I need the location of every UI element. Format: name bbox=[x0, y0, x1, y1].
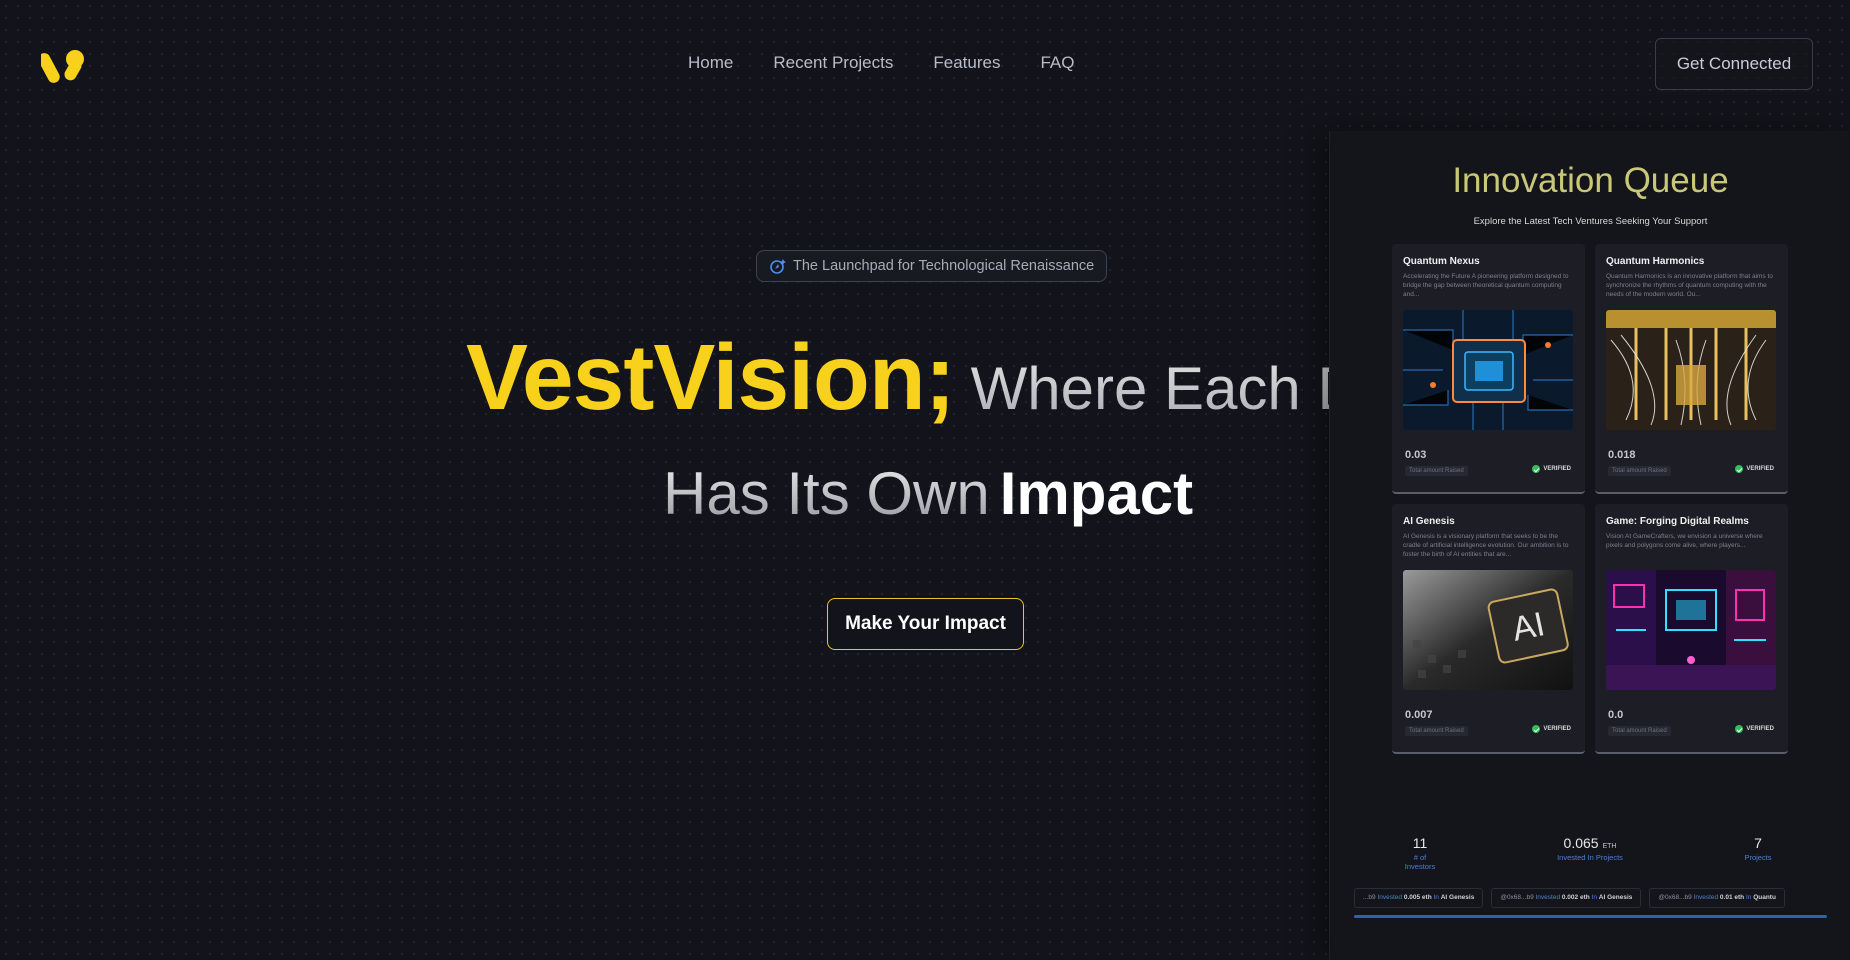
rocket-sparkle-icon bbox=[770, 259, 786, 274]
project-grid: Quantum Nexus Accelerating the Future A … bbox=[1392, 244, 1788, 754]
stat-label: Invested In Projects bbox=[1557, 853, 1623, 862]
ticker-project: AI Genesis bbox=[1440, 894, 1475, 901]
panel-title: Innovation Queue bbox=[1452, 161, 1729, 200]
project-description: Vision At GameCrafters, we envision a un… bbox=[1606, 533, 1763, 549]
hero-badge: The Launchpad for Technological Renaissa… bbox=[756, 250, 1108, 282]
project-description: Accelerating the Future A pioneering pla… bbox=[1403, 273, 1569, 298]
stat-label: # of Investors bbox=[1404, 853, 1436, 871]
amount-raised-label: Total amount Raised bbox=[1608, 466, 1671, 476]
brand-name: VestVision; bbox=[466, 325, 956, 429]
stat-value: 0.065 ETH bbox=[1550, 835, 1630, 851]
innovation-queue-panel: Innovation Queue Explore the Latest Tech… bbox=[1329, 131, 1850, 960]
ticker-item: @0x68...b9 Invested 0.01 eth In Quantu bbox=[1649, 888, 1785, 908]
stat-value: 7 bbox=[1754, 835, 1762, 851]
check-shield-icon bbox=[1735, 725, 1744, 733]
check-shield-icon bbox=[1532, 725, 1541, 733]
ticker-address: @0x68...b9 bbox=[1500, 894, 1534, 901]
quantum-computer-image bbox=[1606, 310, 1776, 430]
ticker-amount: 0.005 eth bbox=[1403, 894, 1432, 901]
amount-raised-label: Total amount Raised bbox=[1405, 726, 1468, 736]
stats-row: 11 # of Investors 0.065 ETH Invested In … bbox=[1330, 835, 1850, 871]
check-shield-icon bbox=[1532, 465, 1541, 473]
nav-faq-link[interactable]: FAQ bbox=[1040, 53, 1074, 73]
ticker-item: ...b9 Invested 0.005 eth In AI Genesis bbox=[1354, 888, 1484, 908]
investment-ticker: ...b9 Invested 0.005 eth In AI Genesis @… bbox=[1354, 888, 1827, 908]
verified-text: VERIFIED bbox=[1543, 466, 1571, 472]
project-card[interactable]: Quantum Harmonics Quantum Harmonics is a… bbox=[1595, 244, 1788, 494]
project-description: AI Genesis is a visionary platform that … bbox=[1403, 533, 1569, 558]
ticker-prep: In bbox=[1433, 894, 1439, 901]
check-shield-icon bbox=[1735, 465, 1744, 473]
hero-headline-line2: Has Its Own Impact bbox=[663, 456, 1193, 532]
stat-projects: 7 Projects bbox=[1738, 835, 1778, 862]
hero-typed-text: Where Each D bbox=[971, 334, 1330, 432]
nav-features-link[interactable]: Features bbox=[933, 53, 1000, 73]
ticker-prep: In bbox=[1745, 894, 1752, 901]
amount-raised-label: Total amount Raised bbox=[1608, 726, 1671, 736]
hero-headline-line1: VestVision; Where Each D bbox=[466, 322, 1330, 432]
ai-chip-image: AI bbox=[1403, 570, 1573, 690]
get-connected-button[interactable]: Get Connected bbox=[1655, 38, 1813, 90]
hero-badge-text: The Launchpad for Technological Renaissa… bbox=[793, 258, 1095, 274]
stat-value: 11 bbox=[1412, 835, 1428, 851]
nav-recent-projects-link[interactable]: Recent Projects bbox=[773, 53, 893, 73]
amount-raised: 0.018 bbox=[1608, 449, 1636, 461]
ticker-verb: Invested bbox=[1535, 894, 1561, 901]
nav-home-link[interactable]: Home bbox=[688, 53, 733, 73]
verified-badge: VERIFIED bbox=[1532, 465, 1571, 473]
project-card[interactable]: AI Genesis AI Genesis is a visionary pla… bbox=[1392, 504, 1585, 754]
project-card[interactable]: Game: Forging Digital Realms Vision At G… bbox=[1595, 504, 1788, 754]
amount-raised: 0.0 bbox=[1608, 709, 1624, 721]
ticker-progress-bar bbox=[1354, 915, 1827, 918]
amount-raised-label: Total amount Raised bbox=[1405, 466, 1468, 476]
project-title: AI Genesis bbox=[1403, 516, 1455, 527]
panel-subtitle: Explore the Latest Tech Ventures Seeking… bbox=[1473, 216, 1708, 227]
ticker-project: AI Genesis bbox=[1598, 894, 1633, 901]
stat-invested: 0.065 ETH Invested In Projects bbox=[1550, 835, 1630, 862]
verified-text: VERIFIED bbox=[1746, 466, 1774, 472]
vestvision-logo-icon[interactable] bbox=[41, 45, 87, 85]
verified-badge: VERIFIED bbox=[1735, 725, 1774, 733]
project-card[interactable]: Quantum Nexus Accelerating the Future A … bbox=[1392, 244, 1585, 494]
circuit-chip-image bbox=[1403, 310, 1573, 430]
ticker-address: ...b9 bbox=[1363, 894, 1376, 901]
hero-line2-prefix: Has Its Own bbox=[663, 456, 990, 532]
main-nav: Home Recent Projects Features FAQ bbox=[688, 53, 1074, 73]
neon-city-image bbox=[1606, 570, 1776, 690]
ticker-amount: 0.002 eth bbox=[1561, 894, 1590, 901]
stat-unit: ETH bbox=[1602, 843, 1617, 850]
stat-number: 0.065 bbox=[1563, 835, 1599, 851]
project-title: Quantum Nexus bbox=[1403, 256, 1480, 267]
project-title: Quantum Harmonics bbox=[1606, 256, 1705, 267]
verified-badge: VERIFIED bbox=[1532, 725, 1571, 733]
project-description: Quantum Harmonics is an innovative platf… bbox=[1606, 273, 1773, 298]
ticker-address: @0x68...b9 bbox=[1658, 894, 1692, 901]
verified-text: VERIFIED bbox=[1746, 726, 1774, 732]
amount-raised: 0.007 bbox=[1405, 709, 1433, 721]
ticker-project: Quantu bbox=[1753, 894, 1776, 901]
ticker-verb: Invested bbox=[1693, 894, 1719, 901]
ticker-verb: Invested bbox=[1377, 894, 1403, 901]
verified-badge: VERIFIED bbox=[1735, 465, 1774, 473]
amount-raised: 0.03 bbox=[1405, 449, 1427, 461]
stat-investors: 11 # of Investors bbox=[1400, 835, 1440, 871]
ticker-prep: In bbox=[1591, 894, 1597, 901]
hero-line2-emphasis: Impact bbox=[999, 460, 1194, 527]
project-title: Game: Forging Digital Realms bbox=[1606, 516, 1749, 527]
make-your-impact-button[interactable]: Make Your Impact bbox=[827, 598, 1024, 650]
verified-text: VERIFIED bbox=[1543, 726, 1571, 732]
ticker-item: @0x68...b9 Invested 0.002 eth In AI Gene… bbox=[1491, 888, 1642, 908]
ticker-amount: 0.01 eth bbox=[1719, 894, 1745, 901]
stat-label: Projects bbox=[1744, 853, 1772, 862]
